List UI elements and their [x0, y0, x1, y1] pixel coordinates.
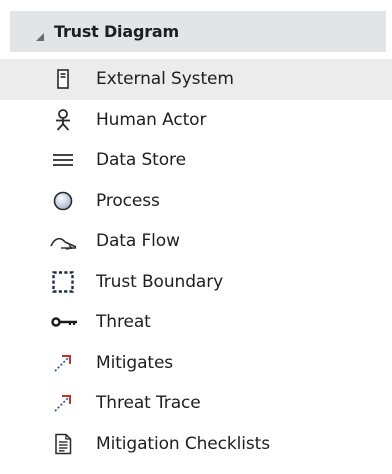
section-header-trust-diagram[interactable]: Trust Diagram — [10, 11, 386, 52]
mitigates-icon — [51, 351, 75, 375]
toolbox-item-label: External System — [96, 69, 234, 90]
toolbox-item-label: Trust Boundary — [96, 271, 224, 292]
toolbox-item-label: Mitigates — [96, 352, 174, 373]
threat-trace-icon — [51, 391, 75, 415]
data-flow-icon — [49, 229, 77, 253]
toolbox-item-threat[interactable]: Threat — [0, 302, 392, 343]
threat-icon — [50, 310, 78, 334]
collapse-triangle-icon[interactable] — [35, 27, 45, 41]
data-store-icon — [51, 148, 75, 172]
toolbox-item-label: Threat Trace — [96, 393, 201, 414]
toolbox-item-label: Data Flow — [96, 231, 180, 252]
toolbox-item-mitigates[interactable]: Mitigates — [0, 343, 392, 384]
trust-boundary-icon — [51, 270, 75, 294]
human-actor-icon — [51, 108, 75, 132]
toolbox-item-process[interactable]: Process — [0, 181, 392, 222]
mitigation-checklists-icon — [51, 432, 75, 456]
section-title: Trust Diagram — [54, 22, 179, 41]
toolbox-item-threat-trace[interactable]: Threat Trace — [0, 383, 392, 424]
toolbox-item-external-system[interactable]: External System — [0, 59, 392, 100]
toolbox-item-list: External System Human Actor Data Store P… — [0, 59, 392, 464]
toolbox-item-label: Threat — [96, 312, 151, 333]
toolbox-item-data-store[interactable]: Data Store — [0, 140, 392, 181]
external-system-icon — [51, 67, 75, 91]
toolbox-item-label: Process — [96, 190, 160, 211]
toolbox-item-data-flow[interactable]: Data Flow — [0, 221, 392, 262]
toolbox-item-label: Human Actor — [96, 109, 207, 130]
process-icon — [51, 189, 75, 213]
toolbox-item-trust-boundary[interactable]: Trust Boundary — [0, 262, 392, 303]
toolbox-item-label: Mitigation Checklists — [96, 433, 270, 454]
toolbox-item-mitigation-checklists[interactable]: Mitigation Checklists — [0, 424, 392, 465]
toolbox-item-human-actor[interactable]: Human Actor — [0, 100, 392, 141]
toolbox-item-label: Data Store — [96, 150, 186, 171]
